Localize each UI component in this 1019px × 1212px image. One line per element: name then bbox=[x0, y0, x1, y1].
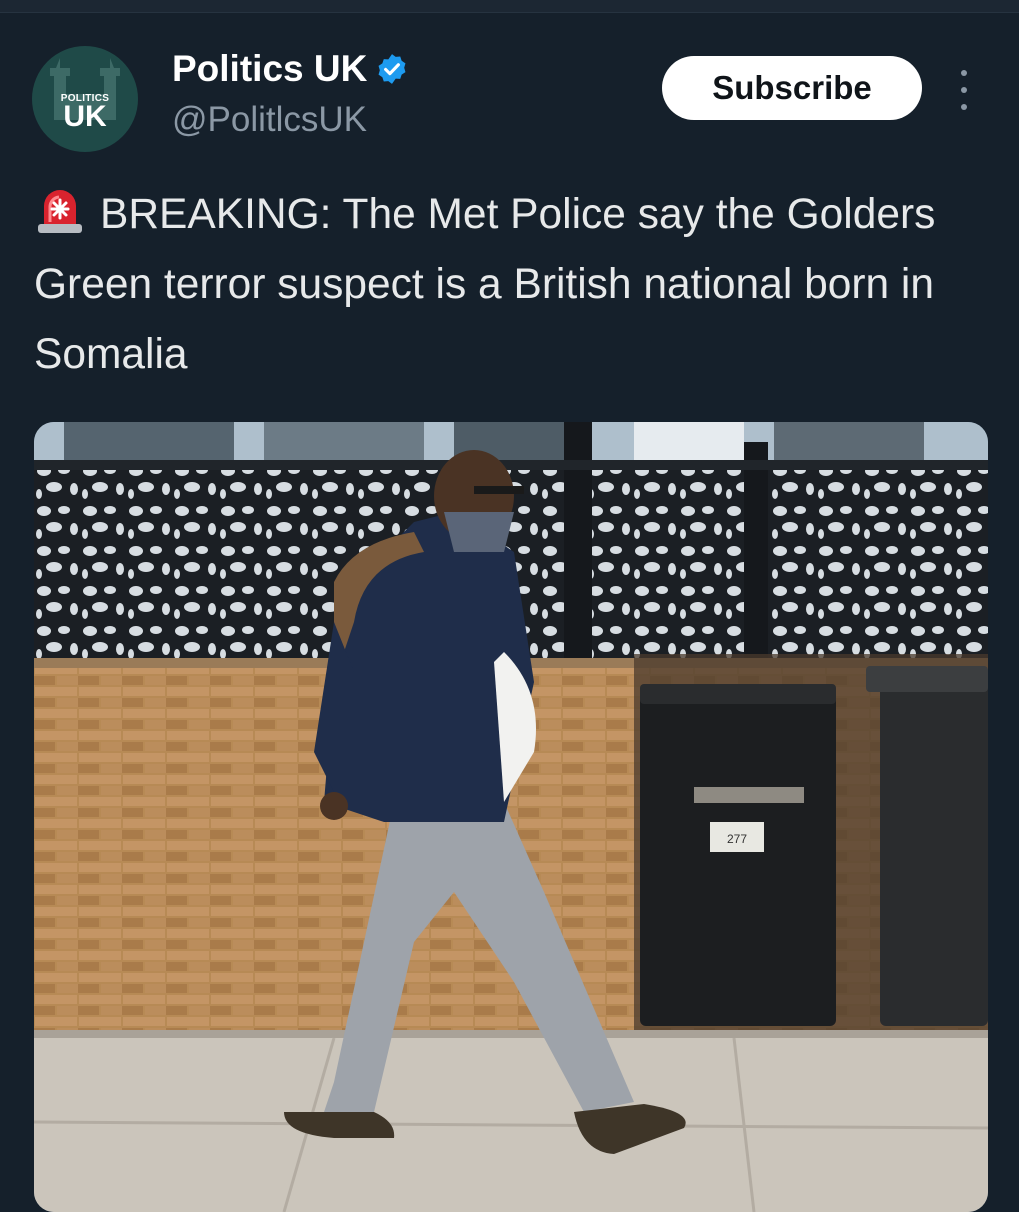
avatar[interactable]: POLITICS UK bbox=[32, 46, 138, 152]
subscribe-button[interactable]: Subscribe bbox=[662, 56, 922, 120]
police-siren-icon bbox=[38, 190, 82, 233]
top-divider bbox=[0, 0, 1019, 13]
avatar-big-text: UK bbox=[63, 100, 107, 133]
display-name[interactable]: Politics UK bbox=[172, 48, 367, 90]
bin-label: 277 bbox=[727, 832, 747, 846]
more-vertical-icon[interactable] bbox=[952, 70, 976, 110]
tweet-text: BREAKING: The Met Police say the Golders… bbox=[34, 180, 994, 390]
photo-illustration: 277 bbox=[34, 422, 988, 1212]
tweet-photo[interactable]: 277 bbox=[34, 422, 988, 1212]
name-row: Politics UK bbox=[172, 48, 409, 90]
verified-badge-icon bbox=[378, 54, 406, 84]
tweet-body: BREAKING: The Met Police say the Golders… bbox=[34, 191, 936, 378]
handle[interactable]: @PolitlcsUK bbox=[172, 100, 367, 140]
